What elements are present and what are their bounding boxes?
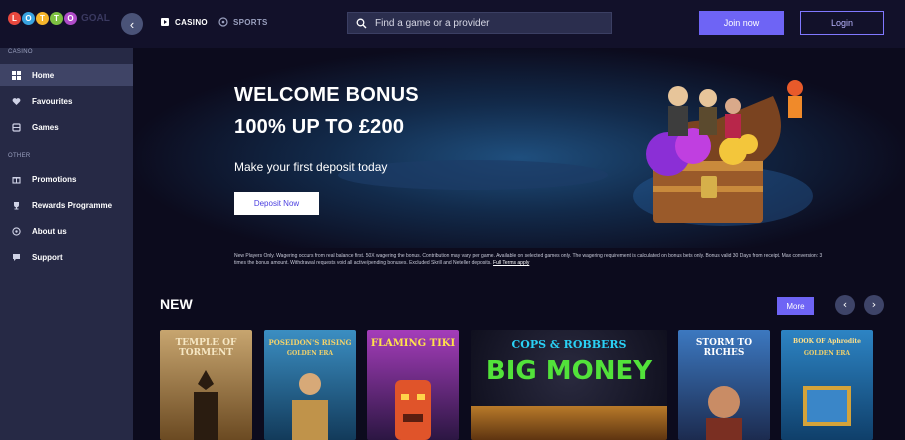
next-arrow-button[interactable]: › bbox=[864, 295, 884, 315]
ball-icon bbox=[218, 17, 228, 27]
logo-letter: L bbox=[8, 12, 21, 25]
search-bar[interactable] bbox=[347, 12, 612, 34]
join-now-button[interactable]: Join now bbox=[699, 11, 784, 35]
treasure-chest-illustration bbox=[633, 80, 813, 226]
sidebar-item-games[interactable]: Games bbox=[0, 116, 133, 138]
book-figure bbox=[803, 386, 851, 426]
banner-title-line1: WELCOME BONUS bbox=[234, 84, 419, 106]
section-label-other: OTHER bbox=[8, 153, 31, 159]
game-tile[interactable]: FLAMING TIKI bbox=[367, 330, 459, 440]
more-button[interactable]: More bbox=[777, 297, 814, 315]
sidebar-item-favourites[interactable]: Favourites bbox=[0, 90, 133, 112]
sidebar-item-label: About us bbox=[32, 226, 67, 236]
section-title-new: NEW bbox=[160, 296, 193, 312]
gift-icon bbox=[12, 176, 21, 184]
game-subtitle: BIG MONEY bbox=[485, 356, 653, 386]
sidebar-item-rewards[interactable]: Rewards Programme bbox=[0, 194, 133, 216]
game-tile[interactable]: STORM TO RICHES bbox=[678, 330, 770, 440]
info-icon bbox=[12, 226, 21, 236]
pirate-figure bbox=[706, 386, 742, 440]
logo-letter: O bbox=[22, 12, 35, 25]
game-tile[interactable]: POSEIDON'S RISING GOLDEN ERA bbox=[264, 330, 356, 440]
logo-letter: O bbox=[64, 12, 77, 25]
sidebar-item-label: Favourites bbox=[32, 96, 73, 106]
sidebar-item-support[interactable]: Support bbox=[0, 246, 133, 268]
welcome-banner: WELCOME BONUS 100% UP TO £200 Make your … bbox=[133, 48, 905, 248]
tab-casino-label: CASINO bbox=[175, 17, 208, 27]
tiki-mask bbox=[395, 380, 431, 440]
sidebar-item-label: Support bbox=[32, 252, 63, 262]
top-bar: L O T T O GOAL ‹ CASINO SPORTS Join now … bbox=[0, 0, 905, 48]
tab-sports-label: SPORTS bbox=[233, 17, 268, 27]
game-title: COPS & ROBBERS bbox=[511, 338, 627, 351]
chat-icon bbox=[13, 253, 20, 261]
game-title: BOOK OF Aphrodite bbox=[793, 338, 861, 345]
banner-title-line2: 100% UP TO £200 bbox=[234, 116, 405, 138]
banner-subtitle: Make your first deposit today bbox=[234, 160, 388, 174]
poseidon-figure bbox=[292, 373, 328, 440]
collapse-sidebar-button[interactable]: ‹ bbox=[121, 13, 143, 35]
search-input[interactable] bbox=[375, 17, 595, 29]
sidebar-item-label: Rewards Programme bbox=[32, 200, 113, 210]
game-subtitle: GOLDEN ERA bbox=[286, 350, 334, 357]
logo-letter: T bbox=[50, 12, 63, 25]
grid-icon bbox=[12, 70, 21, 80]
bonus-terms: New Players Only. Wagering occurs from r… bbox=[234, 253, 834, 267]
game-title: TEMPLE OF TORMENT bbox=[175, 338, 237, 358]
logo-tail: GOAL bbox=[81, 13, 110, 24]
sidebar-item-about[interactable]: About us bbox=[0, 220, 133, 242]
prev-arrow-button[interactable]: ‹ bbox=[835, 295, 855, 315]
deposit-now-button[interactable]: Deposit Now bbox=[234, 192, 319, 215]
tab-sports[interactable]: SPORTS bbox=[218, 17, 268, 27]
brand-logo[interactable]: L O T T O GOAL bbox=[8, 12, 110, 25]
full-terms-link[interactable]: Full Terms apply bbox=[493, 260, 529, 266]
game-subtitle: GOLDEN ERA bbox=[803, 350, 851, 357]
sidebar-item-home[interactable]: Home bbox=[0, 64, 133, 86]
heart-icon bbox=[12, 97, 21, 105]
sidebar-item-label: Home bbox=[32, 70, 55, 80]
games-icon bbox=[12, 122, 21, 132]
sidebar-item-label: Games bbox=[32, 122, 59, 132]
sidebar: CASINO Home Favourites Games OTHER Promo… bbox=[0, 48, 133, 440]
casino-icon bbox=[161, 18, 169, 26]
anubis-figure bbox=[194, 370, 218, 440]
game-title: POSEIDON'S RISING bbox=[268, 338, 352, 347]
trophy-icon bbox=[14, 201, 19, 209]
sidebar-item-promotions[interactable]: Promotions bbox=[0, 168, 133, 190]
chevron-left-icon: ‹ bbox=[129, 16, 135, 32]
search-icon bbox=[356, 18, 367, 28]
logo-letter: T bbox=[36, 12, 49, 25]
game-tile[interactable]: COPS & ROBBERS BIG MONEY bbox=[471, 330, 667, 440]
game-tile[interactable]: BOOK OF Aphrodite GOLDEN ERA bbox=[781, 330, 873, 440]
sidebar-item-label: Promotions bbox=[32, 174, 77, 184]
game-title: STORM TO RICHES bbox=[695, 338, 753, 358]
game-title: FLAMING TIKI bbox=[370, 338, 456, 349]
section-label-casino: CASINO bbox=[8, 49, 33, 55]
login-button[interactable]: Login bbox=[800, 11, 884, 35]
tab-casino[interactable]: CASINO bbox=[160, 17, 208, 27]
main-content: WELCOME BONUS 100% UP TO £200 Make your … bbox=[133, 48, 905, 440]
game-tile[interactable]: TEMPLE OF TORMENT bbox=[160, 330, 252, 440]
tile-ground bbox=[471, 406, 667, 440]
